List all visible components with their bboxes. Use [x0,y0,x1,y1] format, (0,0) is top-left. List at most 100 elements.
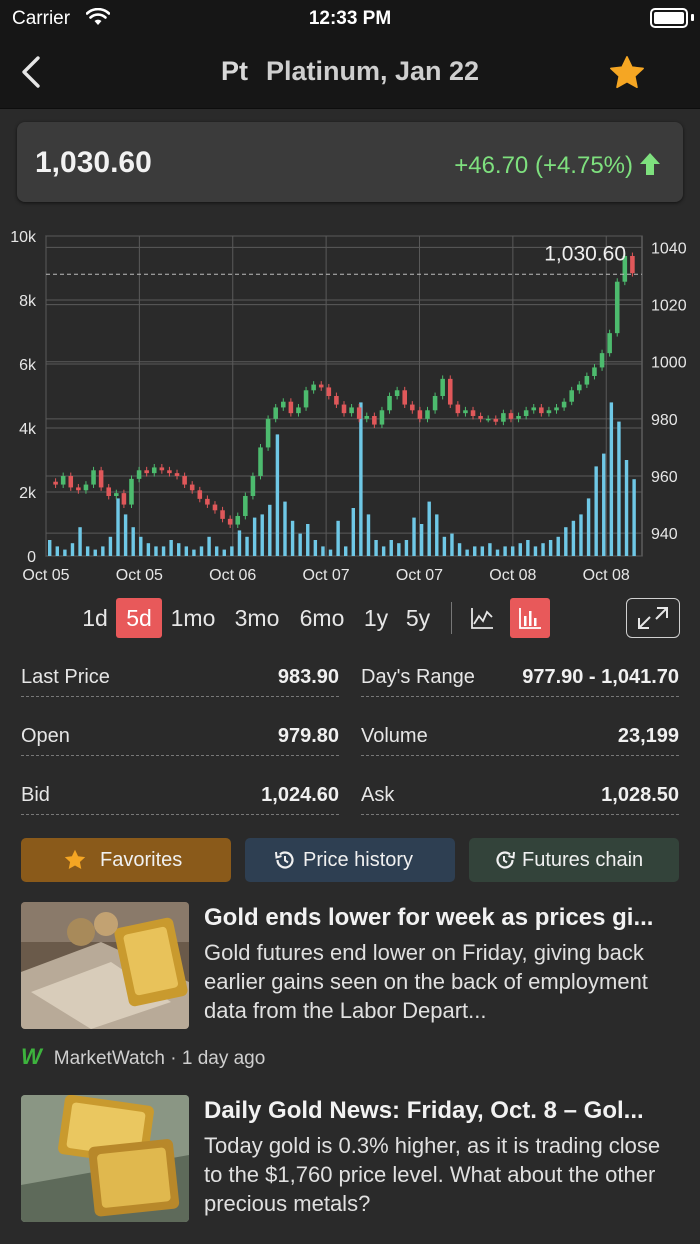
left-axis-tick: 8k [19,293,37,310]
battery-icon [650,8,688,28]
volume-bar [78,527,82,556]
volume-bar [632,479,636,556]
volume-bar [450,533,454,556]
candle-body [273,407,278,419]
volume-bar [123,514,128,556]
candle-body [356,407,362,419]
candle-body [447,378,453,405]
volume-bar [70,543,75,556]
candle-body [174,473,180,476]
candle-body [432,396,438,411]
futures-chain-button[interactable]: Futures chain [469,838,679,882]
range-3mo[interactable]: 3mo [230,598,284,638]
range-1d[interactable]: 1d [78,598,112,638]
candle-body [455,404,461,414]
price-chart[interactable]: 0 2k 4k 6k 8k 10k 940 960 980 1000 1020 1040 Oct 05 O… [0,222,700,588]
volume-bar [192,549,196,556]
candle-body [372,416,377,425]
volume-bar [518,543,522,556]
range-1mo[interactable]: 1mo [168,598,218,638]
x-axis-tick: Oct 05 [116,567,163,584]
candle-body [212,504,218,511]
expand-icon[interactable] [626,598,680,638]
volume-bar [245,536,249,556]
candle-body [227,518,233,525]
candle-body [303,390,309,408]
range-1y[interactable]: 1y [360,598,392,638]
volume-bar [252,517,257,556]
news-title[interactable]: Daily Gold News: Friday, Oct. 8 – Gol... [204,1097,684,1125]
volume-bar [564,527,568,556]
candle-body [258,447,263,476]
price-card: 1,030.60 +46.70 (+4.75%) [17,122,683,202]
stat-label: Volume [361,725,428,747]
candle-body [614,281,620,334]
price-history-label: Price history [303,849,414,871]
candle-body [599,353,605,368]
volume-bar [101,546,105,556]
volume-bar [275,434,280,556]
candle-body [235,516,241,525]
volume-bar [435,514,439,556]
stat-value: 1,028.50 [601,784,679,806]
bar-chart-icon[interactable] [510,598,550,638]
favorite-star-icon[interactable] [608,54,646,92]
x-axis-tick: Oct 05 [22,567,69,584]
candle-body [182,476,187,485]
volume-bar [298,533,302,556]
candle-body [554,407,559,411]
news-item[interactable]: Daily Gold News: Friday, Oct. 8 – Gol...… [0,1095,700,1244]
volume-bar [442,536,447,556]
candle-body [296,407,301,414]
chart-frame [45,235,643,557]
candle-body [531,407,537,411]
clock: 12:33 PM [308,8,392,29]
volume-bar [609,402,614,556]
volume-bar [586,498,591,556]
news-title[interactable]: Gold ends lower for week as prices gi... [204,904,684,932]
volume-bar [624,460,629,556]
range-5y[interactable]: 5y [401,598,435,638]
price-history-button[interactable]: Price history [245,838,455,882]
candle-body [60,476,66,485]
news-item[interactable]: Gold ends lower for week as prices gi...… [0,902,700,1077]
volume-bar [93,549,97,556]
candle-body [341,404,347,414]
volume-bar [336,520,340,556]
stat-value: 979.80 [277,725,339,747]
candle-body [417,410,423,419]
range-6mo[interactable]: 6mo [295,598,349,638]
stat-value: 983.90 [277,666,339,688]
volume-bar [55,546,60,556]
left-axis-tick: 10k [10,229,37,246]
stat-days-range: Day's Range 977.90 - 1,041.70 [361,656,679,697]
volume-bar [268,504,272,556]
favorites-button[interactable]: Favorites [21,838,231,882]
candle-body [592,367,597,376]
candle-body [76,487,81,491]
candle-body [68,476,74,488]
candle-body [523,410,529,416]
candle-body [463,410,468,414]
candle-body [516,416,521,419]
candle-body [189,484,195,491]
news-thumbnail-gold-bars [21,902,189,1029]
candle-body [281,401,286,408]
volume-bar [556,536,560,556]
volume-bar [533,546,538,556]
candle-body [425,410,430,419]
range-5d[interactable]: 5d [116,598,162,638]
candle-body [53,481,58,485]
volume-bar [480,546,485,556]
line-chart-icon[interactable] [462,598,502,638]
volume-bar [344,546,348,556]
stat-label: Last Price [21,666,110,688]
x-axis-tick: Oct 07 [396,567,443,584]
candle-body [501,413,506,422]
stat-last-price: Last Price 983.90 [21,656,339,697]
volume-bar [328,549,333,556]
candle-body [121,493,127,505]
candle-body [114,493,119,496]
volume-bar [526,540,530,556]
volume-bar [260,514,264,556]
